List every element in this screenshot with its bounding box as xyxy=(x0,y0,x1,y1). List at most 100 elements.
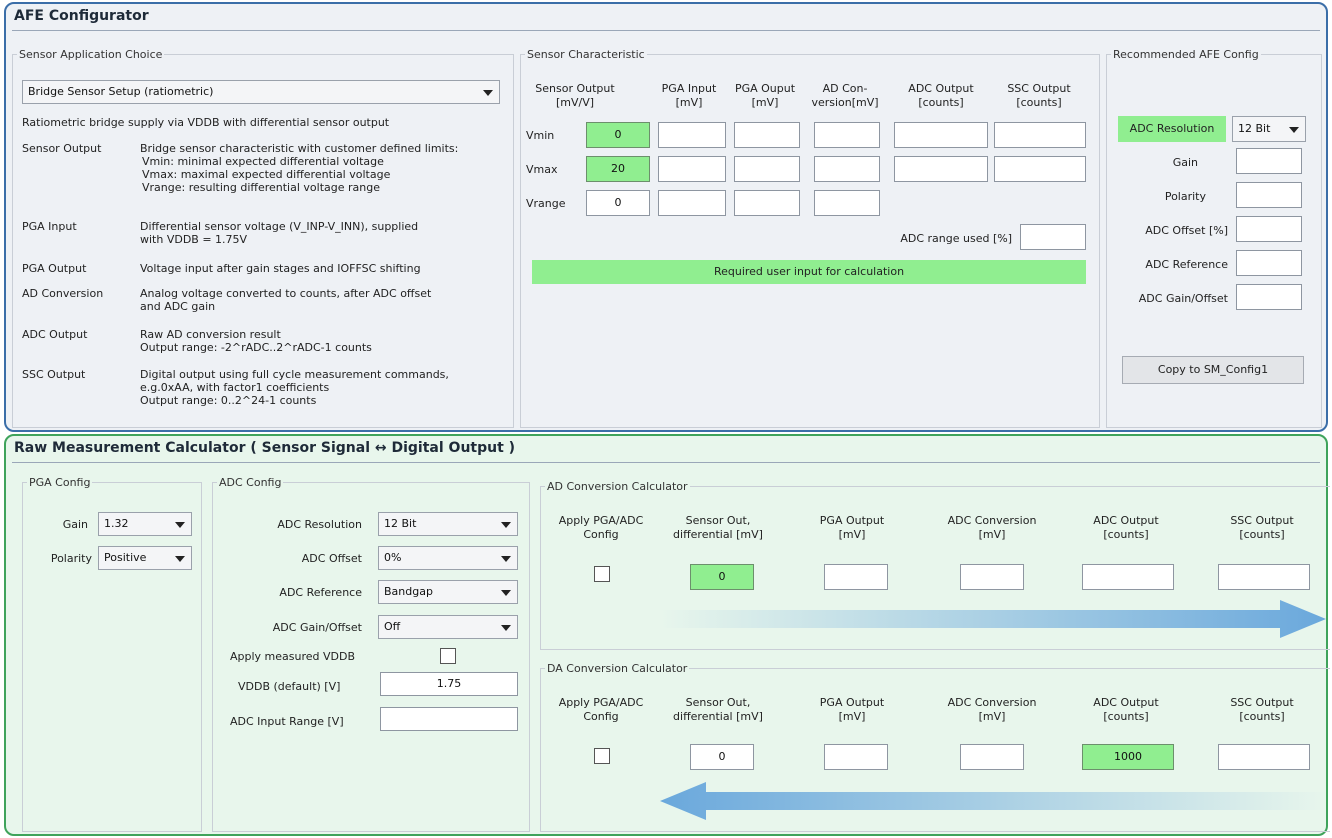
recommended-adc-resolution-select[interactable]: 12 Bit xyxy=(1232,116,1306,142)
title-divider xyxy=(12,462,1320,463)
afe-configurator-panel: AFE Configurator Sensor Application Choi… xyxy=(4,2,1328,432)
desc-val-ad-conversion: Analog voltage converted to counts, afte… xyxy=(140,287,432,313)
pga-polarity-value: Positive xyxy=(104,551,147,564)
desc-key-pga-input: PGA Input xyxy=(22,220,77,233)
pga-gain-value: 1.32 xyxy=(104,517,129,530)
desc-val-pga-input: Differential sensor voltage (V_INP-V_INN… xyxy=(140,220,419,246)
required-input-note: Required user input for calculation xyxy=(532,260,1086,284)
header-sensor-output: Sensor Output [mV/V] xyxy=(535,82,615,109)
adc-resolution-label: ADC Resolution xyxy=(277,518,362,531)
adc-reference-select[interactable]: Bandgap xyxy=(378,580,518,604)
pga-polarity-select[interactable]: Positive xyxy=(98,546,192,570)
recommended-adc-offset-field xyxy=(1236,216,1302,242)
adc-resolution-select[interactable]: 12 Bit xyxy=(378,512,518,536)
vmin-sensor-output-input[interactable]: 0 xyxy=(586,122,650,148)
adc-offset-select[interactable]: 0% xyxy=(378,546,518,570)
copy-to-sm-config1-button[interactable]: Copy to SM_Config1 xyxy=(1122,356,1304,384)
da-header-adc-conversion: ADC Conversion [mV] xyxy=(947,696,1037,723)
vmin-pga-input-field xyxy=(658,122,726,148)
application-description: Sensor Output Bridge sensor characterist… xyxy=(22,140,512,424)
vrange-pga-output-field xyxy=(734,190,800,216)
group-legend: Recommended AFE Config xyxy=(1113,48,1259,61)
desc-val-pga-output: Voltage input after gain stages and IOFF… xyxy=(140,262,421,275)
da-sensor-out-field: 0 xyxy=(690,744,754,770)
ad-adc-output-field xyxy=(1082,564,1174,590)
recommended-adc-gain-offset-label: ADC Gain/Offset xyxy=(1138,292,1228,305)
group-legend: ADC Config xyxy=(219,476,282,489)
title-divider xyxy=(12,30,1320,31)
vmax-pga-output-field xyxy=(734,156,800,182)
da-direction-arrow xyxy=(660,782,1328,820)
adc-offset-label: ADC Offset xyxy=(301,552,362,565)
chevron-down-icon xyxy=(1289,127,1299,133)
adc-reference-label: ADC Reference xyxy=(279,586,362,599)
group-legend: PGA Config xyxy=(29,476,91,489)
da-adc-output-input[interactable]: 1000 xyxy=(1082,744,1174,770)
ad-header-pga-output: PGA Output [mV] xyxy=(819,514,885,541)
vddb-default-input[interactable]: 1.75 xyxy=(380,672,518,696)
chevron-down-icon xyxy=(501,556,511,562)
adc-gain-offset-value: Off xyxy=(384,620,401,633)
raw-measurement-calculator-title: Raw Measurement Calculator ( Sensor Sign… xyxy=(14,440,516,456)
recommended-adc-reference-label: ADC Reference xyxy=(1145,258,1228,271)
vddb-default-label: VDDB (default) [V] xyxy=(238,680,341,693)
recommended-adc-resolution-value: 12 Bit xyxy=(1238,122,1271,135)
chevron-down-icon xyxy=(501,590,511,596)
application-select-value: Bridge Sensor Setup (ratiometric) xyxy=(28,85,214,98)
adc-resolution-label: ADC Resolution xyxy=(1118,116,1226,142)
adc-reference-value: Bandgap xyxy=(384,585,433,598)
raw-measurement-calculator-panel: Raw Measurement Calculator ( Sensor Sign… xyxy=(4,434,1330,836)
da-header-apply: Apply PGA/ADC Config xyxy=(558,696,644,723)
vrange-ad-conversion-field xyxy=(814,190,880,216)
desc-key-pga-output: PGA Output xyxy=(22,262,87,275)
da-adc-conversion-field xyxy=(960,744,1024,770)
desc-key-ssc-output: SSC Output xyxy=(22,368,86,381)
ad-header-adc-output: ADC Output [counts] xyxy=(1093,514,1159,541)
group-legend: Sensor Application Choice xyxy=(19,48,163,61)
adc-resolution-value: 12 Bit xyxy=(384,517,417,530)
recommended-adc-gain-offset-field xyxy=(1236,284,1302,310)
pga-gain-select[interactable]: 1.32 xyxy=(98,512,192,536)
adc-range-used-field xyxy=(1020,224,1086,250)
vmax-ssc-output-field xyxy=(994,156,1086,182)
recommended-adc-reference-field xyxy=(1236,250,1302,276)
vmin-pga-output-field xyxy=(734,122,800,148)
vrange-sensor-output-field: 0 xyxy=(586,190,650,216)
chevron-down-icon xyxy=(483,90,493,96)
ad-adc-conversion-field xyxy=(960,564,1024,590)
ad-sensor-out-input[interactable]: 0 xyxy=(690,564,754,590)
recommended-gain-label: Gain xyxy=(1172,156,1198,169)
da-apply-pga-adc-checkbox[interactable] xyxy=(594,748,610,764)
group-legend: AD Conversion Calculator xyxy=(547,480,688,493)
ad-apply-pga-adc-checkbox[interactable] xyxy=(594,566,610,582)
recommended-adc-offset-label: ADC Offset [%] xyxy=(1145,224,1228,237)
application-intro: Ratiometric bridge supply via VDDB with … xyxy=(22,116,390,129)
header-ad-conversion: AD Con-version[mV] xyxy=(811,82,879,109)
vmin-ssc-output-field xyxy=(994,122,1086,148)
recommended-polarity-label: Polarity xyxy=(1164,190,1206,203)
header-adc-output: ADC Output [counts] xyxy=(908,82,974,109)
da-header-adc-output: ADC Output [counts] xyxy=(1093,696,1159,723)
da-header-pga-output: PGA Output [mV] xyxy=(819,696,885,723)
row-label-vmax: Vmax xyxy=(526,163,558,176)
group-legend: DA Conversion Calculator xyxy=(547,662,688,675)
vmax-sensor-output-input[interactable]: 20 xyxy=(586,156,650,182)
desc-val-sensor-output: Bridge sensor characteristic with custom… xyxy=(140,142,459,194)
header-pga-output: PGA Ouput [mV] xyxy=(734,82,796,109)
vmax-adc-output-field xyxy=(894,156,988,182)
ad-header-adc-conversion: ADC Conversion [mV] xyxy=(947,514,1037,541)
recommended-polarity-field xyxy=(1236,182,1302,208)
application-select[interactable]: Bridge Sensor Setup (ratiometric) xyxy=(22,80,500,104)
group-legend: Sensor Characteristic xyxy=(527,48,645,61)
pga-gain-label: Gain xyxy=(62,518,88,531)
chevron-down-icon xyxy=(501,522,511,528)
recommended-gain-field xyxy=(1236,148,1302,174)
adc-input-range-field xyxy=(380,707,518,731)
adc-input-range-label: ADC Input Range [V] xyxy=(230,715,344,728)
apply-measured-vddb-checkbox[interactable] xyxy=(440,648,456,664)
vmin-ad-conversion-field xyxy=(814,122,880,148)
ad-header-ssc-output: SSC Output [counts] xyxy=(1230,514,1294,541)
adc-gain-offset-select[interactable]: Off xyxy=(378,615,518,639)
da-pga-output-field xyxy=(824,744,888,770)
ad-header-sensor-out: Sensor Out, differential [mV] xyxy=(673,514,763,541)
